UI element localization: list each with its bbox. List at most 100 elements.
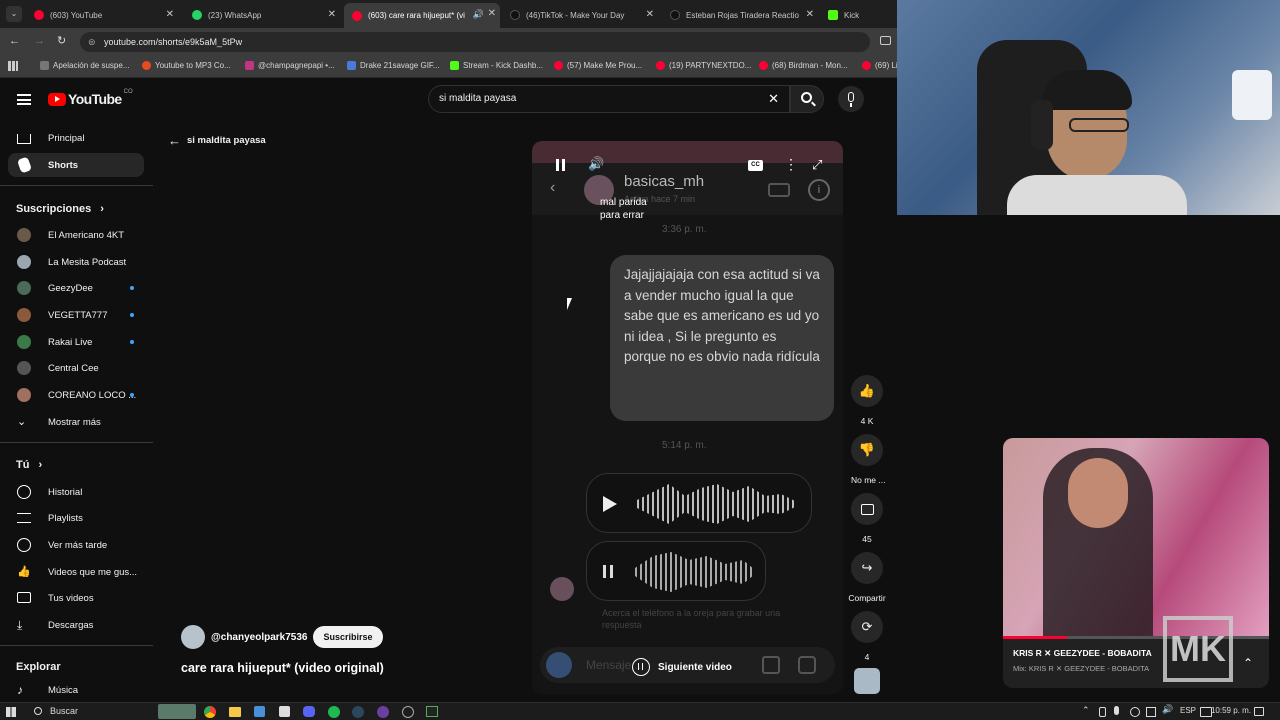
- sidebar-sub-item[interactable]: VEGETTA777: [8, 303, 144, 327]
- show-more-button[interactable]: ⌄ Mostrar más: [8, 410, 144, 434]
- tray-icon[interactable]: [1146, 707, 1156, 717]
- site-info-icon[interactable]: ⊜: [88, 32, 96, 52]
- volume-icon[interactable]: 🔊: [588, 156, 604, 172]
- back-to-search-link[interactable]: ← si maldita payasa: [168, 133, 266, 148]
- tray-icon[interactable]: [1130, 707, 1140, 717]
- bookmark-item[interactable]: Apelación de suspe...: [40, 61, 130, 70]
- speaker-icon[interactable]: 🔊: [473, 9, 484, 20]
- sidebar-item-watch-later[interactable]: Ver más tarde: [8, 533, 144, 557]
- channel-avatar[interactable]: [181, 625, 205, 649]
- clear-search-icon[interactable]: ✕: [768, 86, 779, 112]
- terminal-icon[interactable]: [426, 706, 438, 717]
- captions-icon[interactable]: CC: [748, 160, 763, 171]
- next-video-chip[interactable]: Siguiente video: [632, 657, 732, 677]
- close-tab-icon[interactable]: ✕: [328, 9, 336, 20]
- sidebar-sub-item[interactable]: La Mesita Podcast: [8, 250, 144, 274]
- windows-start-icon[interactable]: [6, 707, 16, 717]
- bookmark-item[interactable]: @champagnepapi •...: [245, 61, 335, 70]
- sidebar-item-history[interactable]: Historial: [8, 480, 144, 504]
- language-indicator[interactable]: ESP: [1180, 706, 1196, 715]
- bookmark-item[interactable]: (19) PARTYNEXTDO...: [656, 61, 751, 70]
- close-tab-icon[interactable]: ✕: [646, 9, 654, 20]
- search-input[interactable]: si maldita payasa ✕: [428, 85, 790, 113]
- tab-tiktok[interactable]: (46)TikTok - Make Your Day ✕: [502, 4, 658, 26]
- sidebar-item-liked[interactable]: 👍 Videos que me gus...: [8, 560, 144, 584]
- notifications-icon[interactable]: [1254, 707, 1264, 716]
- fullscreen-icon[interactable]: ⤢: [812, 157, 822, 173]
- tab-current-short[interactable]: (603) care rara hijueput* (vi 🔊 ✕: [344, 3, 500, 28]
- bookmark-item[interactable]: Youtube to MP3 Co...: [142, 61, 231, 70]
- tab-search-button[interactable]: ⌄: [6, 6, 22, 22]
- channel-handle[interactable]: @chanyeolpark7536: [211, 632, 307, 643]
- bookmark-item[interactable]: (57) Make Me Prou...: [554, 61, 642, 70]
- short-video-player[interactable]: ‹ basicas_mh Activa hace 7 min i 🔊 CC ⋮ …: [532, 141, 843, 694]
- microphone-icon[interactable]: [1114, 706, 1119, 715]
- chevron-up-icon[interactable]: ⌃: [1243, 656, 1253, 670]
- sidebar-sub-item[interactable]: GeezyDee: [8, 276, 144, 300]
- widget-thumbnail[interactable]: [158, 704, 196, 719]
- comments-action[interactable]: 45: [851, 493, 883, 544]
- sidebar-item-your-videos[interactable]: Tus videos: [8, 586, 144, 610]
- bookmark-item[interactable]: Stream - Kick Dashb...: [450, 61, 543, 70]
- remix-button[interactable]: ⟳: [851, 611, 883, 643]
- dislike-action[interactable]: 👎 No me ...: [851, 434, 885, 485]
- share-action[interactable]: ↪ Compartir: [848, 552, 886, 603]
- menu-icon[interactable]: [17, 94, 31, 105]
- tab-esteban[interactable]: Esteban Rojas Tiradera Reactio ✕: [662, 4, 818, 26]
- apps-grid-icon[interactable]: [8, 61, 18, 71]
- reload-icon[interactable]: ↻: [57, 34, 66, 47]
- sidebar-sub-item[interactable]: Rakai Live: [8, 330, 144, 354]
- folder-icon[interactable]: [229, 707, 241, 717]
- short-title[interactable]: care rara hijueput* (video original): [181, 661, 384, 675]
- app-icon[interactable]: [279, 706, 290, 717]
- tab-kick[interactable]: Kick: [820, 4, 897, 26]
- sidebar-item-music[interactable]: ♪ Música: [8, 678, 144, 702]
- sidebar-sub-item[interactable]: El Americano 4KT: [8, 223, 144, 247]
- voice-search-button[interactable]: [838, 86, 864, 112]
- chrome-icon[interactable]: [204, 706, 216, 718]
- obs-icon[interactable]: [377, 706, 389, 718]
- more-options-icon[interactable]: ⋮: [784, 156, 798, 173]
- bookmark-item[interactable]: (68) Birdman - Mon...: [759, 61, 848, 70]
- search-button[interactable]: [790, 85, 824, 113]
- taskbar-search[interactable]: Buscar: [26, 704, 156, 719]
- spotify-icon[interactable]: [328, 706, 340, 718]
- forward-arrow-icon[interactable]: →: [34, 35, 45, 47]
- bookmark-item[interactable]: (69) Li: [862, 61, 898, 70]
- sidebar-item-home[interactable]: Principal: [8, 126, 144, 150]
- tab-whatsapp[interactable]: (23) WhatsApp ✕: [184, 4, 340, 26]
- pause-icon[interactable]: [556, 159, 565, 171]
- like-button[interactable]: 👍: [851, 375, 883, 407]
- sidebar-item-shorts[interactable]: Shorts: [8, 153, 144, 177]
- back-arrow-icon[interactable]: ←: [9, 35, 20, 47]
- you-heading[interactable]: Tú ›: [16, 459, 42, 471]
- youtube-logo[interactable]: YouTube CO: [48, 89, 133, 107]
- sidebar-sub-item[interactable]: COREANO LOCO ...: [8, 383, 144, 407]
- comments-button[interactable]: [851, 493, 883, 525]
- share-button[interactable]: ↪: [851, 552, 883, 584]
- app-icon[interactable]: [402, 706, 414, 718]
- sidebar-item-playlists[interactable]: Playlists: [8, 506, 144, 530]
- bookmark-item[interactable]: Drake 21savage GIF...: [347, 61, 440, 70]
- store-icon[interactable]: [254, 706, 265, 717]
- close-tab-icon[interactable]: ✕: [488, 8, 496, 19]
- audio-thumbnail[interactable]: [854, 668, 880, 694]
- tray-icon[interactable]: [1099, 707, 1106, 717]
- like-action[interactable]: 👍 4 K: [851, 375, 883, 426]
- clock[interactable]: 10:59 p. m.: [1203, 706, 1251, 715]
- dislike-button[interactable]: 👎: [851, 434, 883, 466]
- subscribe-button[interactable]: Suscribirse: [313, 626, 383, 648]
- discord-icon[interactable]: [303, 706, 315, 717]
- cast-icon[interactable]: [880, 36, 891, 45]
- sidebar-sub-item[interactable]: Central Cee: [8, 356, 144, 380]
- tray-chevron-icon[interactable]: ⌃: [1082, 705, 1090, 716]
- sidebar-item-downloads[interactable]: ⤓ Descargas: [8, 613, 144, 637]
- volume-icon[interactable]: 🔊: [1162, 704, 1173, 715]
- close-tab-icon[interactable]: ✕: [806, 9, 814, 20]
- close-tab-icon[interactable]: ✕: [166, 9, 174, 20]
- remix-action[interactable]: ⟳ 4: [851, 611, 883, 662]
- steam-icon[interactable]: [352, 706, 364, 718]
- tab-youtube[interactable]: (603) YouTube ✕: [26, 4, 178, 26]
- address-bar[interactable]: ⊜ youtube.com/shorts/e9k5aM_5tPw: [80, 32, 870, 52]
- subscriptions-heading[interactable]: Suscripciones ›: [16, 203, 104, 215]
